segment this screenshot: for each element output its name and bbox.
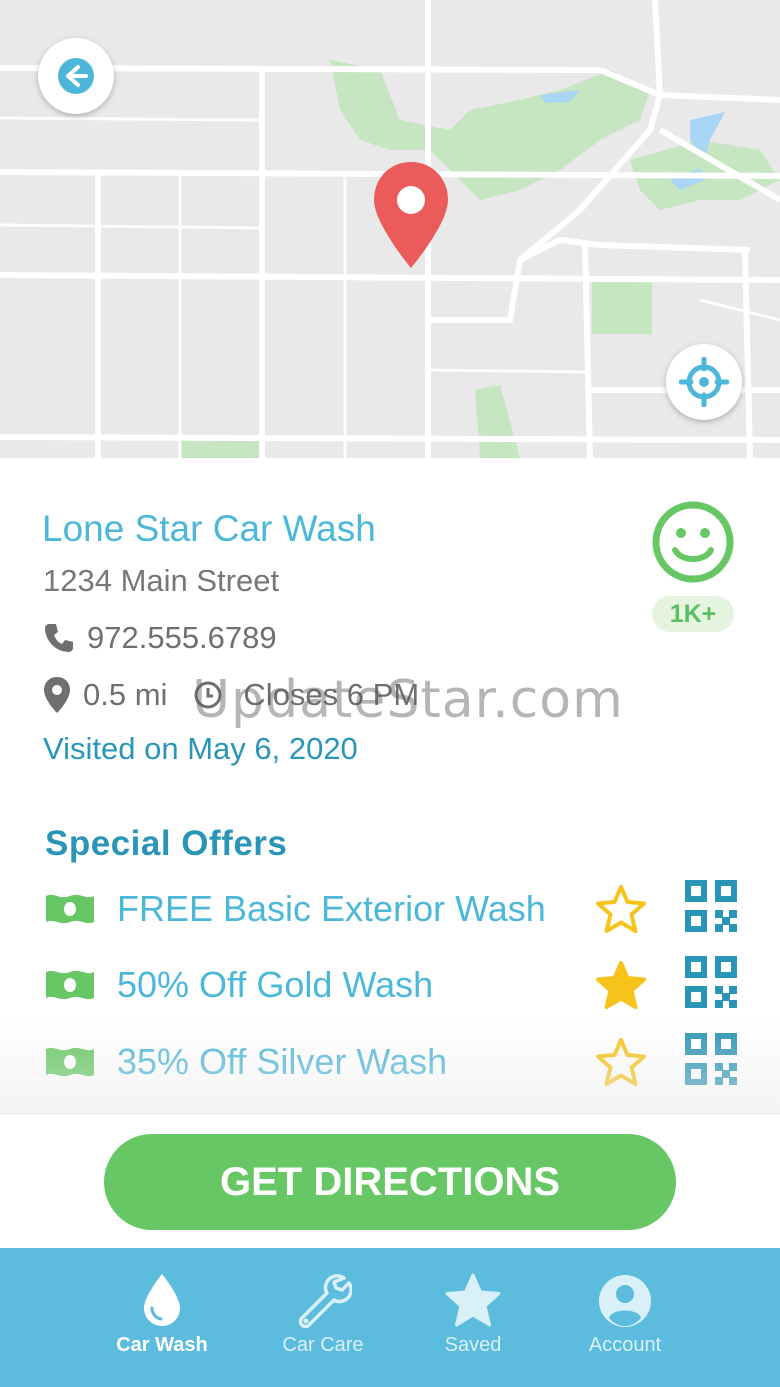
distance: 0.5 mi	[83, 677, 168, 712]
cash-icon	[46, 894, 94, 924]
qr-code-icon[interactable]	[685, 1033, 737, 1085]
cash-icon	[46, 970, 94, 1000]
watermark: UpdateStar.com	[192, 670, 624, 730]
store-address: 1234 Main Street	[43, 563, 280, 598]
back-button[interactable]	[38, 38, 114, 114]
get-directions-button[interactable]: GET DIRECTIONS	[104, 1134, 676, 1230]
location-pin-icon[interactable]	[372, 160, 450, 270]
star-outline-icon[interactable]	[595, 1037, 647, 1087]
phone-icon	[45, 624, 73, 652]
tab-label: Account	[588, 1334, 662, 1356]
star-icon	[445, 1273, 501, 1327]
store-details: Lone Star Car Wash 1234 Main Street 972.…	[0, 458, 780, 1113]
visited-date: Visited on May 6, 2020	[43, 731, 358, 766]
smiley-icon[interactable]	[651, 500, 735, 584]
offer-item[interactable]: 35% Off Silver Wash	[0, 1033, 780, 1093]
tab-saved[interactable]: Saved	[393, 1248, 553, 1387]
recenter-button[interactable]	[666, 344, 742, 420]
tab-car-wash[interactable]: Car Wash	[82, 1248, 242, 1387]
tab-account[interactable]: Account	[545, 1248, 705, 1387]
user-circle-icon	[599, 1275, 651, 1327]
map-view[interactable]	[0, 0, 780, 458]
water-drop-icon	[144, 1274, 180, 1326]
star-filled-icon[interactable]	[595, 960, 647, 1010]
crosshair-icon	[679, 357, 729, 407]
store-name: Lone Star Car Wash	[42, 508, 376, 549]
bottom-tab-bar: Car Wash Car Care Saved Account	[0, 1248, 780, 1387]
offer-item[interactable]: 50% Off Gold Wash	[0, 956, 780, 1016]
tab-label: Saved	[444, 1334, 502, 1356]
tab-label: Car Care	[282, 1334, 364, 1356]
qr-code-icon[interactable]	[685, 880, 737, 932]
qr-code-icon[interactable]	[685, 956, 737, 1008]
phone-number[interactable]: 972.555.6789	[87, 620, 277, 656]
star-outline-icon[interactable]	[595, 884, 647, 934]
offer-label[interactable]: FREE Basic Exterior Wash	[117, 888, 546, 930]
cta-container: GET DIRECTIONS	[0, 1113, 780, 1248]
tab-label: Car Wash	[116, 1334, 208, 1356]
offers-title: Special Offers	[45, 824, 288, 863]
phone-row[interactable]: 972.555.6789	[43, 620, 277, 656]
offer-item[interactable]: FREE Basic Exterior Wash	[0, 880, 780, 940]
wrench-icon	[298, 1274, 352, 1329]
arrow-left-icon	[58, 58, 94, 94]
offer-label[interactable]: 35% Off Silver Wash	[117, 1041, 447, 1083]
cash-icon	[46, 1047, 94, 1077]
map-marker-icon	[44, 677, 70, 713]
offer-label[interactable]: 50% Off Gold Wash	[117, 964, 433, 1006]
rating-count-badge: 1K+	[652, 596, 734, 632]
tab-car-care[interactable]: Car Care	[243, 1248, 403, 1387]
